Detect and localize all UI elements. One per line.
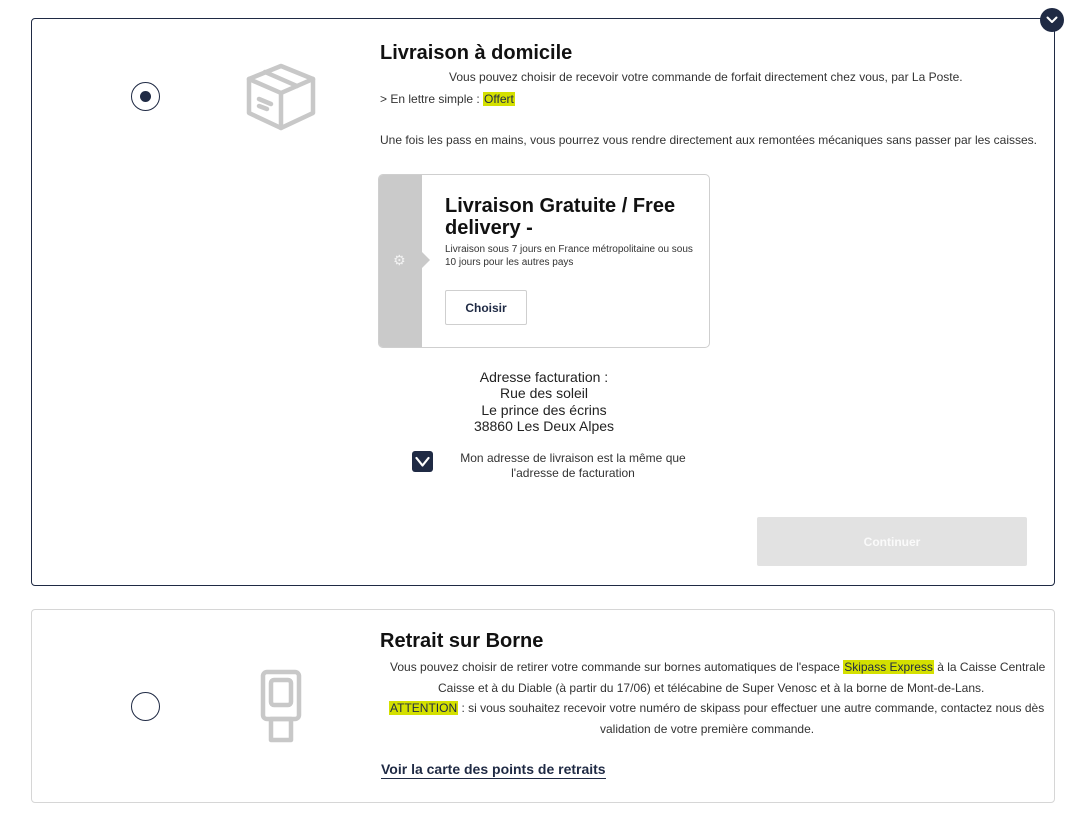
kiosk-line1-end: à la Caisse Centrale (933, 660, 1046, 674)
choose-button[interactable]: Choisir (445, 290, 527, 325)
checkmark-icon (415, 456, 430, 467)
offered-badge: Offert (483, 92, 515, 106)
kiosk-line1-start: Vous pouvez choisir de retirer votre com… (390, 660, 844, 674)
simple-letter-prefix: > En lettre simple : (380, 92, 484, 106)
package-box-icon (246, 63, 316, 131)
radio-selected-dot (139, 90, 151, 102)
pickup-points-map-link[interactable]: Voir la carte des points de retraits (381, 761, 606, 779)
billing-address-heading: Adresse facturation : (479, 369, 609, 385)
kiosk-line1: Vous pouvez choisir de retirer votre com… (390, 660, 1045, 675)
home-delivery-info: Une fois les pass en mains, vous pourrez… (380, 133, 1037, 147)
attention-text: : si vous souhaitez recevoir votre numér… (458, 701, 1045, 715)
kiosk-attention-line: ATTENTION : si vous souhaitez recevoir v… (389, 701, 1044, 716)
continue-button[interactable]: Continuer (757, 517, 1027, 566)
billing-address: Adresse facturation : Rue des soleil Le … (444, 369, 644, 434)
gear-icon: ⚙ (393, 252, 406, 268)
kiosk-pickup-radio[interactable] (131, 692, 160, 721)
billing-address-line3: 38860 Les Deux Alpes (473, 417, 615, 434)
home-delivery-radio[interactable] (131, 82, 160, 111)
home-delivery-description: Vous pouvez choisir de recevoir votre co… (449, 70, 963, 84)
simple-letter-line: > En lettre simple : Offert (380, 92, 515, 107)
kiosk-pickup-title: Retrait sur Borne (380, 630, 544, 652)
billing-address-line2: Le prince des écrins (481, 401, 607, 418)
kiosk-line2: Caisse et à du Diable (à partir du 17/06… (438, 681, 985, 695)
same-address-label[interactable]: Mon adresse de livraison est la même que… (445, 451, 701, 481)
skipass-express-highlight: Skipass Express (843, 660, 934, 674)
kiosk-pickup-card[interactable]: Retrait sur Borne Vous pouvez choisir de… (31, 609, 1055, 803)
strip-notch (422, 252, 430, 268)
free-delivery-title: Livraison Gratuite / Free delivery - (445, 195, 676, 239)
attention-highlight: ATTENTION (389, 701, 459, 715)
kiosk-terminal-icon (260, 669, 302, 743)
billing-address-line1: Rue des soleil (500, 385, 588, 402)
chevron-down-icon (1046, 16, 1058, 23)
kiosk-line4: validation de votre première commande. (600, 722, 815, 736)
free-delivery-option[interactable]: ⚙ Livraison Gratuite / Free delivery - L… (378, 174, 710, 348)
home-delivery-title: Livraison à domicile (380, 42, 573, 64)
same-address-checkbox[interactable] (412, 451, 433, 472)
option-side-strip: ⚙ (379, 175, 422, 347)
free-delivery-subtitle: Livraison sous 7 jours en France métropo… (445, 244, 693, 268)
collapse-toggle[interactable] (1040, 8, 1064, 32)
home-delivery-card[interactable]: Livraison à domicile Vous pouvez choisir… (31, 18, 1055, 586)
